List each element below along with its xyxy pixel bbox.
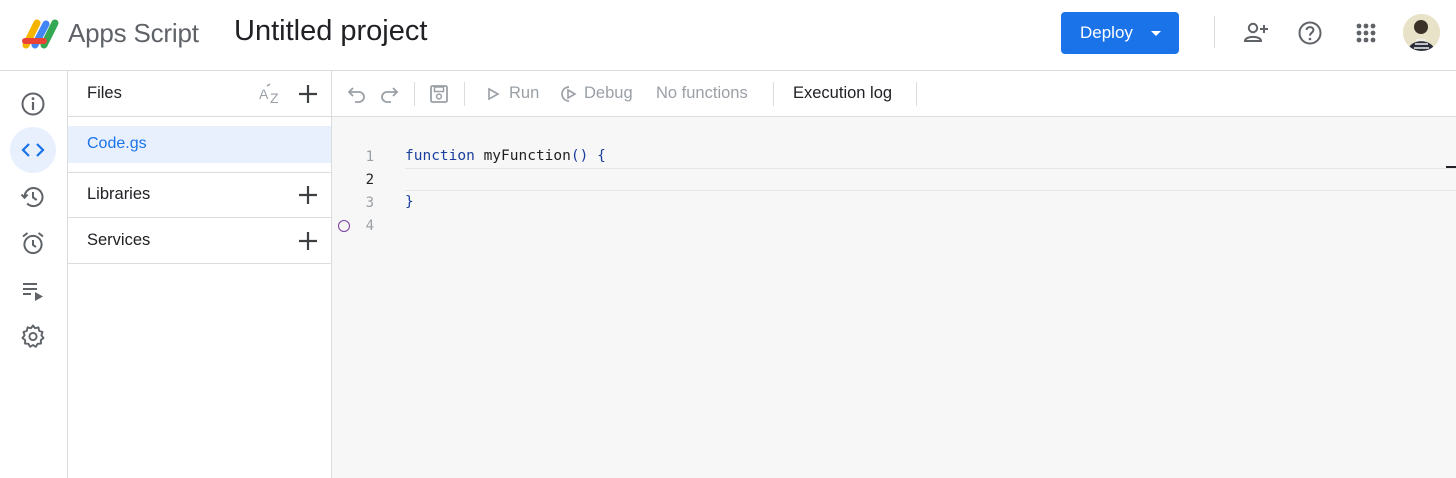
- deploy-button-label: Deploy: [1080, 23, 1133, 42]
- gear-icon: [21, 324, 45, 348]
- project-title[interactable]: Untitled project: [234, 15, 427, 48]
- scrollbar-marker: [1446, 166, 1456, 168]
- line-number: 3: [365, 195, 374, 211]
- services-title: Services: [87, 231, 151, 249]
- save-icon[interactable]: [428, 83, 450, 105]
- rail-item-settings[interactable]: [10, 313, 56, 359]
- toolbar-divider: [464, 82, 465, 106]
- current-line-highlight: [405, 168, 1456, 191]
- toolbar-divider: [773, 82, 774, 106]
- sort-az-icon[interactable]: A Z: [258, 82, 284, 106]
- account-avatar[interactable]: [1403, 14, 1440, 51]
- add-person-icon[interactable]: [1243, 20, 1269, 46]
- files-header: Files A Z: [68, 71, 331, 117]
- executions-list-icon: [23, 283, 43, 301]
- libraries-title: Libraries: [87, 185, 151, 203]
- svg-text:Z: Z: [270, 90, 279, 106]
- function-name: myFunction: [474, 148, 571, 164]
- file-name: Code.gs: [87, 135, 147, 152]
- keyword: function: [405, 148, 475, 164]
- alarm-icon: [22, 232, 44, 255]
- run-play-icon: [488, 87, 500, 101]
- code-icon: [21, 143, 45, 157]
- run-button[interactable]: Run: [509, 84, 539, 103]
- apps-script-logo-icon: [22, 19, 59, 49]
- add-library-plus-icon[interactable]: [296, 183, 320, 207]
- toolbar-divider: [916, 82, 917, 106]
- caret-down-icon: [1151, 31, 1161, 36]
- app-name[interactable]: Apps Script: [68, 18, 199, 49]
- files-title: Files: [87, 84, 122, 102]
- info-icon: [21, 92, 45, 116]
- undo-icon[interactable]: [346, 83, 368, 105]
- services-header[interactable]: Services: [68, 218, 331, 264]
- help-icon[interactable]: [1297, 20, 1323, 46]
- redo-icon[interactable]: [378, 83, 400, 105]
- rail-item-triggers[interactable]: [10, 220, 56, 266]
- history-icon: [20, 187, 44, 208]
- code-line-1: function myFunction() {: [405, 148, 606, 164]
- add-file-plus-icon[interactable]: [296, 82, 320, 106]
- left-nav-rail: [0, 71, 68, 478]
- closing-brace: }: [405, 194, 414, 210]
- avatar-photo-icon: [1403, 14, 1440, 51]
- add-service-plus-icon[interactable]: [296, 229, 320, 253]
- rail-item-overview[interactable]: [10, 81, 56, 127]
- line-number: 1: [365, 149, 374, 165]
- apps-grid-icon[interactable]: [1353, 20, 1379, 46]
- files-panel: Files A Z Code.gs Libraries Services: [68, 71, 332, 478]
- debug-button[interactable]: Debug: [584, 84, 633, 103]
- execution-log-button[interactable]: Execution log: [793, 84, 892, 103]
- line-number: 2: [365, 172, 374, 188]
- libraries-header[interactable]: Libraries: [68, 172, 331, 218]
- code-editor[interactable]: 1 2 3 4 function myFunction() { }: [332, 117, 1456, 478]
- rail-item-editor[interactable]: [10, 127, 56, 173]
- line-number: 4: [365, 218, 374, 234]
- header-divider: [1214, 16, 1215, 48]
- editor-toolbar: Run Debug No functions Execution log: [332, 71, 1456, 117]
- top-app-bar: Apps Script Untitled project Deploy: [0, 0, 1456, 71]
- debug-icon: [561, 86, 577, 102]
- code-line-3: }: [405, 194, 414, 210]
- deploy-button[interactable]: Deploy: [1061, 12, 1179, 54]
- punctuation: () {: [570, 148, 606, 164]
- toolbar-divider: [414, 82, 415, 106]
- svg-text:A: A: [259, 86, 269, 102]
- rail-item-executions[interactable]: [10, 267, 56, 313]
- function-select[interactable]: No functions: [656, 84, 748, 103]
- rail-item-history[interactable]: [10, 174, 56, 220]
- file-item-code-gs[interactable]: Code.gs: [68, 126, 331, 163]
